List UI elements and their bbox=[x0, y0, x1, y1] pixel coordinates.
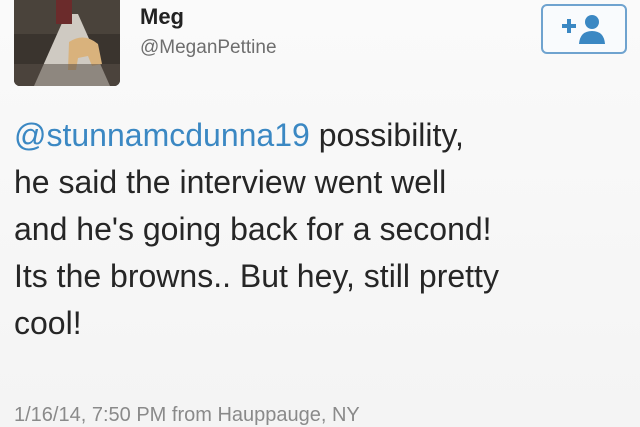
tweet-line-3: and he's going back for a second! bbox=[14, 211, 492, 247]
avatar-photo bbox=[14, 0, 120, 86]
tweet-line-2: he said the interview went well bbox=[14, 164, 447, 200]
follow-button[interactable] bbox=[541, 4, 627, 54]
tweet-timestamp[interactable]: 1/16/14, 7:50 PM from Hauppauge, NY bbox=[14, 404, 360, 427]
tweet-text: @stunnamcdunna19 possibility, he said th… bbox=[14, 112, 640, 347]
author-handle[interactable]: @MeganPettine bbox=[140, 37, 277, 59]
tweet-line-1-text: possibility, bbox=[309, 117, 464, 153]
tweet-line-5: cool! bbox=[14, 305, 82, 341]
tweet-line-4: Its the browns.. But hey, still pretty bbox=[14, 258, 499, 294]
author-name[interactable]: Meg bbox=[140, 4, 184, 30]
add-user-icon bbox=[562, 15, 605, 44]
mention-link[interactable]: @stunnamcdunna19 bbox=[14, 117, 310, 153]
avatar[interactable] bbox=[14, 0, 120, 86]
tweet-line-1: @stunnamcdunna19 possibility, bbox=[14, 112, 640, 159]
tweet-card: Meg @MeganPettine @stunnamcdunna19 possi… bbox=[0, 0, 640, 427]
